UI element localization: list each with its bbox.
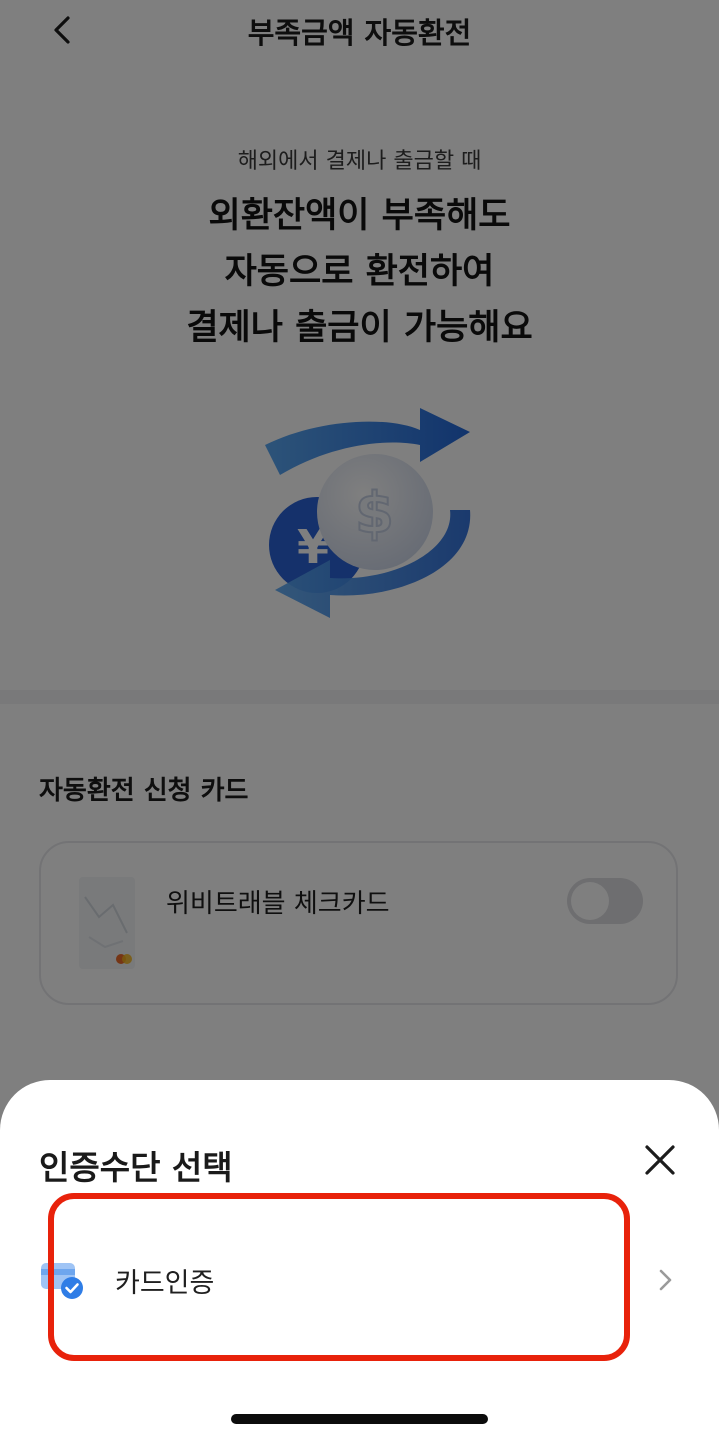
highlight-box [48,1193,630,1361]
screen: 부족금액 자동환전 해외에서 결제나 출금할 때 외환잔액이 부족해도 자동으로… [0,0,719,1440]
close-button[interactable] [638,1138,682,1182]
home-indicator [231,1414,488,1424]
sheet-title: 인증수단 선택 [39,1148,233,1187]
close-icon [645,1145,675,1175]
chevron-right-icon [659,1269,672,1291]
